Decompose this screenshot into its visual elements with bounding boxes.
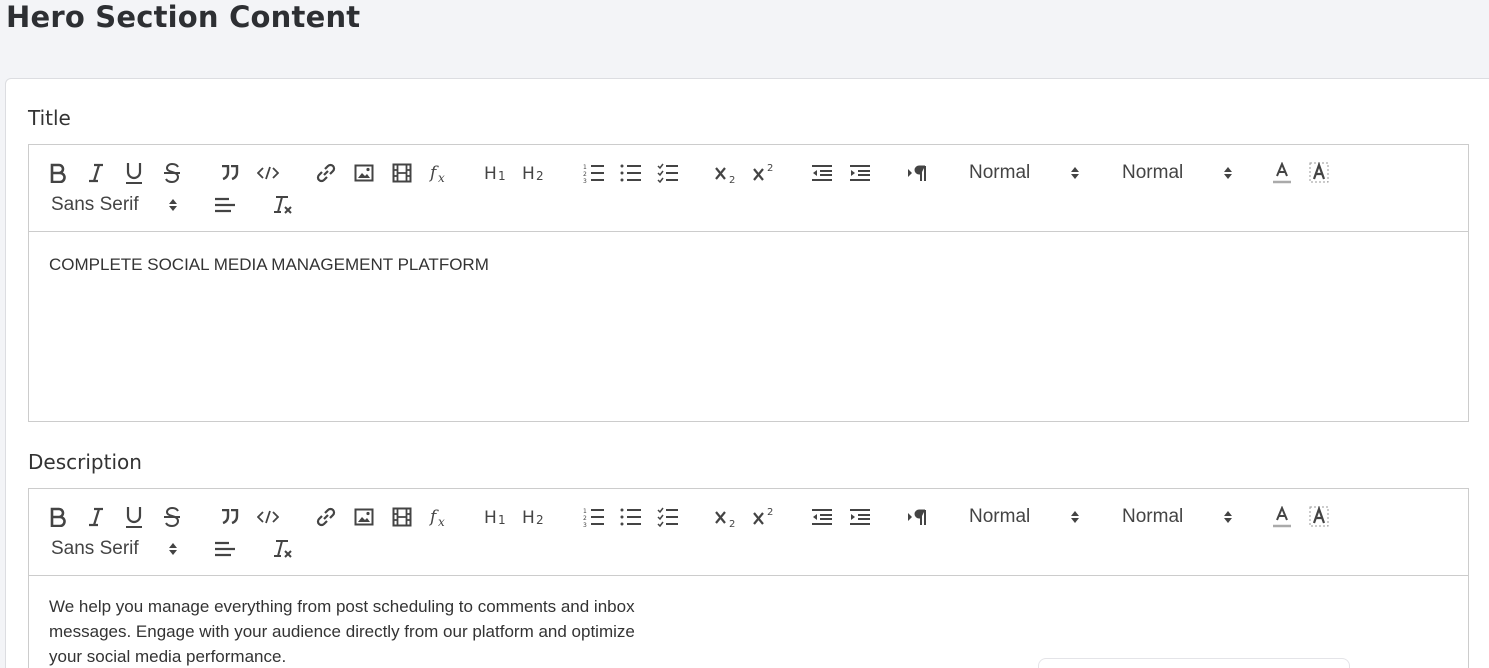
- h2-icon[interactable]: H2: [522, 159, 548, 187]
- background-color-icon[interactable]: [1307, 159, 1331, 187]
- ordered-list-icon[interactable]: 123: [582, 503, 606, 531]
- indent-icon[interactable]: [848, 503, 872, 531]
- superscript-icon[interactable]: 2: [752, 503, 778, 531]
- svg-text:1: 1: [498, 513, 506, 526]
- check-list-icon[interactable]: [656, 503, 680, 531]
- code-block-icon[interactable]: [256, 503, 280, 531]
- indent-icon[interactable]: [848, 159, 872, 187]
- page-title: Hero Section Content: [6, 0, 361, 34]
- title-toolbar: fx H1 H2 123 2 2 Normal Normal Sans Seri…: [29, 145, 1468, 232]
- image-icon[interactable]: [352, 503, 376, 531]
- svg-text:1: 1: [583, 508, 587, 515]
- title-field-label: Title: [28, 106, 71, 130]
- italic-icon[interactable]: [85, 159, 107, 187]
- svg-text:3: 3: [583, 178, 587, 183]
- svg-text:x: x: [438, 515, 445, 528]
- bullet-list-icon[interactable]: [619, 503, 643, 531]
- description-text: We help you manage everything from post …: [49, 597, 635, 666]
- background-color-icon[interactable]: [1307, 503, 1331, 531]
- formula-icon[interactable]: fx: [428, 159, 452, 187]
- strikethrough-icon[interactable]: [161, 159, 183, 187]
- h1-icon[interactable]: H1: [484, 159, 510, 187]
- strikethrough-icon[interactable]: [161, 503, 183, 531]
- video-icon[interactable]: [390, 503, 414, 531]
- svg-text:2: 2: [583, 515, 587, 522]
- svg-text:2: 2: [767, 163, 773, 174]
- svg-text:1: 1: [498, 169, 506, 182]
- description-content[interactable]: We help you manage everything from post …: [29, 576, 1468, 668]
- ordered-list-icon[interactable]: 123: [582, 159, 606, 187]
- picker-arrows-icon: [1224, 167, 1232, 179]
- subscript-icon[interactable]: 2: [714, 159, 740, 187]
- h2-icon[interactable]: H2: [522, 503, 548, 531]
- svg-text:H: H: [484, 164, 497, 182]
- outdent-icon[interactable]: [810, 503, 834, 531]
- picker-arrows-icon: [1071, 511, 1079, 523]
- link-icon[interactable]: [314, 503, 338, 531]
- title-content[interactable]: COMPLETE SOCIAL MEDIA MANAGEMENT PLATFOR…: [29, 232, 1468, 421]
- align-icon[interactable]: [212, 191, 236, 219]
- size-picker[interactable]: Normal: [1122, 159, 1242, 187]
- svg-text:H: H: [484, 508, 497, 526]
- svg-text:2: 2: [729, 175, 735, 183]
- svg-text:2: 2: [536, 169, 544, 182]
- outdent-icon[interactable]: [810, 159, 834, 187]
- blockquote-icon[interactable]: [219, 159, 241, 187]
- link-icon[interactable]: [314, 159, 338, 187]
- picker-arrows-icon: [1224, 511, 1232, 523]
- header-picker[interactable]: Normal: [969, 159, 1089, 187]
- svg-text:2: 2: [767, 507, 773, 518]
- svg-text:2: 2: [536, 513, 544, 526]
- align-icon[interactable]: [212, 535, 236, 563]
- description-editor: fx H1 H2 123 2 2 Normal Normal Sans Seri…: [28, 488, 1469, 668]
- text-color-icon[interactable]: [1270, 159, 1294, 187]
- image-icon[interactable]: [352, 159, 376, 187]
- text-direction-icon[interactable]: [906, 503, 930, 531]
- svg-text:2: 2: [583, 171, 587, 178]
- text-direction-icon[interactable]: [906, 159, 930, 187]
- svg-text:3: 3: [583, 522, 587, 527]
- underline-icon[interactable]: [123, 159, 145, 187]
- svg-text:2: 2: [729, 519, 735, 527]
- header-picker-label: Normal: [969, 506, 1031, 527]
- font-picker[interactable]: Sans Serif: [51, 535, 183, 563]
- header-picker-label: Normal: [969, 162, 1031, 183]
- clear-format-icon[interactable]: [271, 535, 295, 563]
- font-picker[interactable]: Sans Serif: [51, 191, 183, 219]
- description-field-label: Description: [28, 450, 142, 474]
- title-text: COMPLETE SOCIAL MEDIA MANAGEMENT PLATFOR…: [49, 255, 489, 274]
- picker-arrows-icon: [1071, 167, 1079, 179]
- blockquote-icon[interactable]: [219, 503, 241, 531]
- svg-text:1: 1: [583, 164, 587, 171]
- svg-text:H: H: [522, 164, 535, 182]
- header-picker[interactable]: Normal: [969, 503, 1089, 531]
- svg-text:x: x: [438, 171, 445, 184]
- check-list-icon[interactable]: [656, 159, 680, 187]
- video-icon[interactable]: [390, 159, 414, 187]
- title-editor: fx H1 H2 123 2 2 Normal Normal Sans Seri…: [28, 144, 1469, 422]
- font-picker-label: Sans Serif: [51, 194, 139, 215]
- code-block-icon[interactable]: [256, 159, 280, 187]
- superscript-icon[interactable]: 2: [752, 159, 778, 187]
- clear-format-icon[interactable]: [271, 191, 295, 219]
- size-picker-label: Normal: [1122, 506, 1184, 527]
- text-color-icon[interactable]: [1270, 503, 1294, 531]
- italic-icon[interactable]: [85, 503, 107, 531]
- font-picker-label: Sans Serif: [51, 538, 139, 559]
- bold-icon[interactable]: [47, 159, 69, 187]
- svg-text:H: H: [522, 508, 535, 526]
- underline-icon[interactable]: [123, 503, 145, 531]
- bold-icon[interactable]: [47, 503, 69, 531]
- subscript-icon[interactable]: 2: [714, 503, 740, 531]
- description-toolbar: fx H1 H2 123 2 2 Normal Normal Sans Seri…: [29, 489, 1468, 576]
- size-picker[interactable]: Normal: [1122, 503, 1242, 531]
- picker-arrows-icon: [169, 199, 177, 211]
- bullet-list-icon[interactable]: [619, 159, 643, 187]
- formula-icon[interactable]: fx: [428, 503, 452, 531]
- size-picker-label: Normal: [1122, 162, 1184, 183]
- picker-arrows-icon: [169, 543, 177, 555]
- h1-icon[interactable]: H1: [484, 503, 510, 531]
- floating-panel-edge: [1038, 658, 1350, 668]
